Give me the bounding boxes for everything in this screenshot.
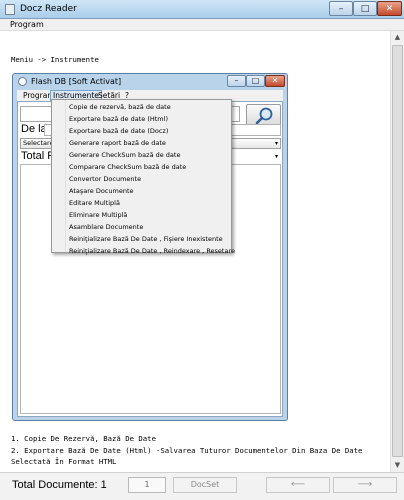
document-heading: Meniu -> Instrumente [11,55,99,64]
menu-item-editare-multipla[interactable]: Editare Multiplă [69,198,120,208]
maximize-button[interactable]: □ [246,75,265,87]
flash-db-title: Flash DB [Soft Activat] [31,77,122,86]
vertical-scrollbar[interactable]: ▲ ▼ [390,31,404,472]
next-button[interactable]: ⟶ [333,477,397,493]
menu-item-export-docz[interactable]: Exportare bază de date (Docz) [69,126,168,136]
minimize-button[interactable]: – [227,75,246,87]
menubar: Program [0,19,404,31]
total-documents: Total Documente: 1 [12,479,107,491]
search-button[interactable] [246,104,281,126]
document-line: 2. Exportare Bază De Date (Html) -Salvar… [11,445,363,455]
scroll-up-icon[interactable]: ▲ [391,31,404,44]
menu-item-reinit-fisiere[interactable]: Reiniţializare Bază De Date , Fişiere In… [69,234,223,244]
page-number-field[interactable]: 1 [128,477,166,493]
chevron-down-icon: ▾ [274,140,278,147]
scroll-thumb[interactable] [392,45,403,457]
app-icon [5,4,15,15]
menu-item-generare-checksum[interactable]: Generare CheckSum bază de date [69,150,180,160]
arrow-left-icon: ⟵ [290,479,306,490]
menu-item-convertor-documente[interactable]: Convertor Documente [69,174,141,184]
scroll-down-icon[interactable]: ▼ [391,459,404,472]
close-icon: ✕ [385,4,394,14]
menu-item-comparare-checksum[interactable]: Comparare CheckSum bază de date [69,162,186,172]
menu-item-generare-raport[interactable]: Generare raport bază de date [69,138,166,148]
minimize-button[interactable]: – [329,1,353,16]
arrow-right-icon: ⟶ [357,479,373,490]
window-titlebar[interactable]: Docz Reader – □ ✕ [0,0,404,19]
previous-button[interactable]: ⟵ [266,477,330,493]
docset-button[interactable]: DocSet [173,477,237,493]
close-icon: ✕ [271,76,279,85]
maximize-button[interactable]: □ [353,1,377,16]
flash-db-titlebar[interactable]: Flash DB [Soft Activat] – □ ✕ [13,74,287,90]
menu-program[interactable]: Program [10,19,44,31]
magnifier-icon [255,107,273,125]
close-button[interactable]: ✕ [377,1,402,16]
document-line: 1. Copie De Rezervă, Bază De Date [11,434,156,443]
maximize-icon: □ [360,4,370,14]
statusbar: Total Documente: 1 1 DocSet ⟵ ⟶ [0,472,404,500]
menu-item-eliminare-multipla[interactable]: Eliminare Multiplă [69,210,127,220]
minimize-icon: – [338,4,344,14]
menu-item-copie-rezerva[interactable]: Copie de rezervă, bază de date [69,102,171,112]
menu-item-reinit-reindexare[interactable]: Reiniţializare Bază De Date , Reindexare… [69,246,235,256]
instrumente-dropdown-menu: Copie de rezervă, bază de date Exportare… [51,99,235,256]
maximize-icon: □ [251,76,260,85]
menu-item-asamblare-documente[interactable]: Asamblare Documente [69,222,143,232]
document-lines: 1. Copie De Rezervă, Bază De Date 2. Exp… [11,433,362,468]
window-title: Docz Reader [20,4,77,14]
menu-item-atasare-documente[interactable]: Ataşare Documente [69,186,134,196]
menu-gutter [52,100,66,252]
app-icon [18,77,27,86]
chevron-down-icon[interactable]: ▾ [272,151,281,162]
close-button[interactable]: ✕ [265,75,285,87]
minimize-icon: – [234,76,239,85]
menu-item-export-html[interactable]: Exportare bază de date (Html) [69,114,168,124]
document-line: Selectată În Format HTML [11,457,117,466]
